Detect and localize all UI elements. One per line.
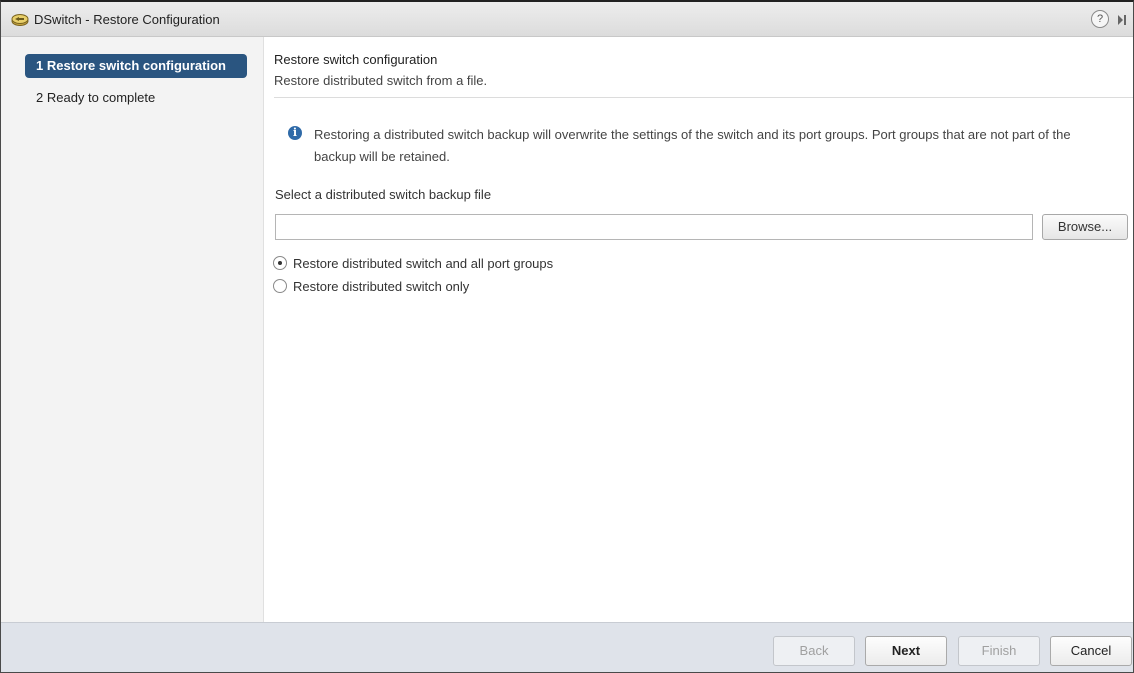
- next-button[interactable]: Next: [865, 636, 947, 666]
- back-button[interactable]: Back: [773, 636, 855, 666]
- radio-label: Restore distributed switch and all port …: [293, 255, 554, 271]
- page-subtitle: Restore distributed switch from a file.: [274, 73, 488, 88]
- step-ready-to-complete[interactable]: 2 Ready to complete: [25, 86, 247, 110]
- header-divider: [274, 97, 1133, 98]
- radio-button-checked[interactable]: [273, 256, 287, 270]
- wizard-steps-nav: 1 Restore switch configuration 2 Ready t…: [1, 37, 264, 622]
- restore-configuration-dialog: DSwitch - Restore Configuration ? 1 Rest…: [0, 0, 1134, 673]
- page-title: Restore switch configuration: [274, 52, 438, 67]
- distributed-switch-icon: [11, 11, 29, 27]
- wizard-footer: Back Next Finish Cancel: [1, 622, 1133, 672]
- radio-button-unchecked[interactable]: [273, 279, 287, 293]
- step-restore-switch-configuration[interactable]: 1 Restore switch configuration: [25, 54, 247, 78]
- radio-option-switch-and-port-groups[interactable]: Restore distributed switch and all port …: [273, 253, 553, 273]
- info-icon: i: [288, 126, 302, 140]
- backup-file-input[interactable]: [275, 214, 1033, 240]
- radio-label: Restore distributed switch only: [293, 278, 470, 294]
- cancel-button[interactable]: Cancel: [1050, 636, 1132, 666]
- backup-file-label: Select a distributed switch backup file: [275, 187, 492, 202]
- finish-button[interactable]: Finish: [958, 636, 1040, 666]
- browse-button[interactable]: Browse...: [1042, 214, 1128, 240]
- radio-option-switch-only[interactable]: Restore distributed switch only: [273, 276, 469, 296]
- expand-icon[interactable]: [1117, 13, 1127, 25]
- info-message: Restoring a distributed switch backup wi…: [314, 127, 1071, 164]
- window-title: DSwitch - Restore Configuration: [34, 11, 220, 27]
- help-icon[interactable]: ?: [1091, 10, 1109, 28]
- main-content: Restore switch configuration Restore dis…: [264, 37, 1133, 622]
- title-bar: DSwitch - Restore Configuration ?: [1, 2, 1133, 37]
